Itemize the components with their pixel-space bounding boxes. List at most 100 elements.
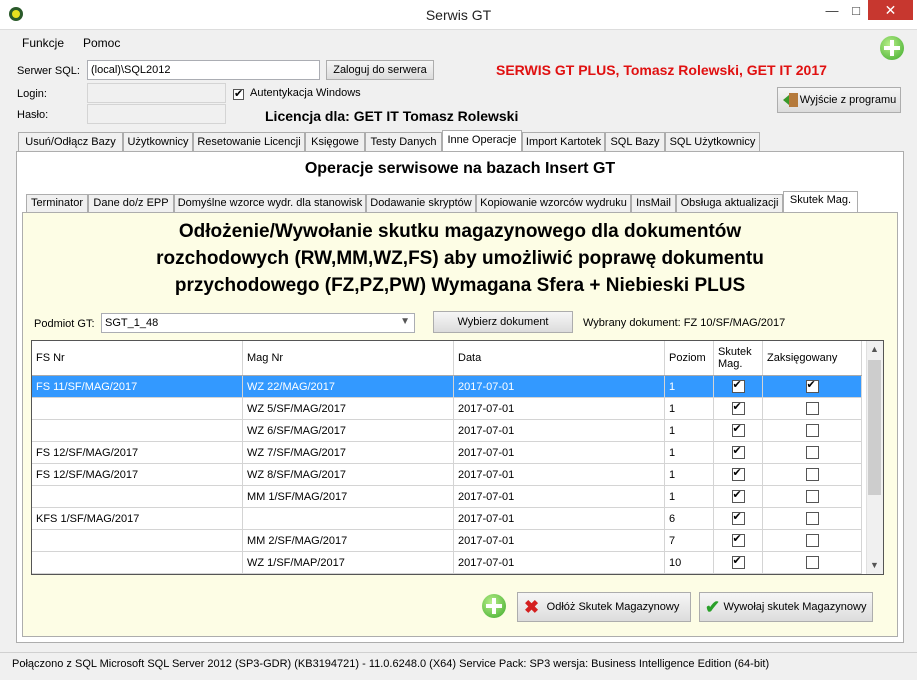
cell-mag-nr: WZ 1/SF/MAP/2017 (242, 551, 454, 574)
table-row[interactable]: FS 11/SF/MAG/2017 WZ 22/MAG/2017 2017-07-0… (32, 375, 862, 398)
password-field[interactable] (87, 104, 226, 124)
col-zaksiegowany[interactable]: Zaksięgowany (762, 341, 862, 376)
subtab-domyslne-wzorce[interactable]: Domyślne wzorce wydr. dla stanowisk (174, 194, 366, 213)
chevron-down-icon: ▼ (400, 316, 410, 327)
zaksiegowany-checkbox[interactable] (805, 378, 819, 393)
skutek-checkbox[interactable] (731, 444, 745, 459)
skutek-checkbox[interactable] (731, 422, 745, 437)
maximize-icon[interactable]: □ (842, 0, 870, 22)
add-icon[interactable] (482, 594, 506, 618)
connect-button[interactable]: Zaloguj do serwera (326, 60, 434, 80)
exit-button[interactable]: Wyjście z programu (777, 87, 901, 113)
headline-line-1: Odłożenie/Wywołanie skutku magazynowego … (178, 221, 742, 242)
zaksiegowany-checkbox[interactable] (805, 490, 819, 503)
cell-fs-nr (32, 397, 243, 420)
tab-inne-operacje[interactable]: Inne Operacje (442, 130, 522, 152)
tab-testy-danych[interactable]: Testy Danych (365, 132, 442, 152)
scroll-down-icon[interactable]: ▼ (870, 560, 879, 570)
table-body: FS 11/SF/MAG/2017 WZ 22/MAG/2017 2017-07-0… (32, 375, 862, 574)
cell-mag-nr: WZ 6/SF/MAG/2017 (242, 419, 454, 442)
podmiot-select[interactable]: SGT_1_48 ▼ (101, 313, 415, 333)
delete-x-icon: ✖ (524, 597, 540, 617)
tab-sql-bazy[interactable]: SQL Bazy (605, 132, 665, 152)
tab-uzytkownicy[interactable]: Użytkownicy (123, 132, 193, 152)
cell-skutek-mag (713, 397, 763, 420)
documents-grid[interactable]: FS Nr Mag Nr Data Poziom Skutek Mag. Zak… (31, 340, 884, 575)
scroll-up-icon[interactable]: ▲ (870, 344, 879, 354)
cell-mag-nr: MM 2/SF/MAG/2017 (242, 529, 454, 552)
tab-ksiegowe[interactable]: Księgowe (305, 132, 365, 152)
scrollbar-thumb[interactable] (868, 360, 881, 495)
windows-auth-checkbox[interactable] (233, 87, 244, 101)
table-row[interactable]: FS 12/SF/MAG/2017 WZ 8/SF/MAG/2017 2017-07… (32, 463, 862, 486)
col-fs-nr[interactable]: FS Nr (32, 341, 243, 376)
zaksiegowany-checkbox[interactable] (805, 402, 819, 415)
cell-skutek-mag (713, 375, 763, 398)
subtab-kopiowanie-wzorcow[interactable]: Kopiowanie wzorców wydruku (476, 194, 631, 213)
skutek-checkbox[interactable] (731, 400, 745, 415)
col-poziom[interactable]: Poziom (664, 341, 714, 376)
cell-data: 2017-07-01 (453, 507, 665, 530)
zaksiegowany-checkbox[interactable] (805, 468, 819, 481)
col-mag-nr[interactable]: Mag Nr (242, 341, 454, 376)
table-row[interactable]: FS 12/SF/MAG/2017 WZ 7/SF/MAG/2017 2017-07… (32, 441, 862, 464)
status-bar: Połączono z SQL Microsoft SQL Server 201… (0, 652, 917, 680)
skutek-checkbox[interactable] (731, 378, 745, 393)
subtab-skutek-mag[interactable]: Skutek Mag. (783, 191, 858, 213)
cell-fs-nr: KFS 1/SF/MAG/2017 (32, 507, 243, 530)
cell-poziom: 1 (664, 419, 714, 442)
wywolaj-skutek-button[interactable]: ✔ Wywołaj skutek Magazynowy (699, 592, 873, 622)
table-row[interactable]: MM 2/SF/MAG/2017 2017-07-01 7 (32, 529, 862, 552)
subtab-terminator[interactable]: Terminator (26, 194, 88, 213)
subtab-obsluga-aktualizacji[interactable]: Obsługa aktualizacji (676, 194, 783, 213)
cell-skutek-mag (713, 441, 763, 464)
add-icon[interactable] (880, 36, 904, 60)
close-icon[interactable]: ✕ (868, 0, 913, 20)
subtab-insmail[interactable]: InsMail (631, 194, 676, 213)
zaksiegowany-checkbox[interactable] (805, 534, 819, 547)
tab-usun-odlacz[interactable]: Usuń/Odłącz Bazy (18, 132, 123, 152)
skutek-checkbox[interactable] (731, 554, 745, 569)
table-row[interactable]: WZ 1/SF/MAP/2017 2017-07-01 10 (32, 551, 862, 574)
menu-funkcje[interactable]: Funkcje (22, 36, 64, 50)
check-icon: ✔ (705, 597, 721, 617)
odloz-skutek-button[interactable]: ✖ Odłóż Skutek Magazynowy (517, 592, 691, 622)
zaksiegowany-checkbox[interactable] (805, 512, 819, 525)
cell-data: 2017-07-01 (453, 441, 665, 464)
headline-line-3: przychodowego (FZ,PZ,PW) Wymagana Sfera … (174, 275, 746, 296)
table-row[interactable]: MM 1/SF/MAG/2017 2017-07-01 1 (32, 485, 862, 508)
server-input[interactable]: (local)\SQL2012 (87, 60, 320, 80)
menu-pomoc[interactable]: Pomoc (83, 36, 120, 50)
cell-poziom: 7 (664, 529, 714, 552)
cell-skutek-mag (713, 551, 763, 574)
cell-zaksiegowany (762, 507, 862, 530)
skutek-checkbox[interactable] (731, 510, 745, 525)
zaksiegowany-checkbox[interactable] (805, 556, 819, 569)
tab-import-kartotek[interactable]: Import Kartotek (522, 132, 605, 152)
tab-sql-uzytkownicy[interactable]: SQL Użytkownicy (665, 132, 760, 152)
col-data[interactable]: Data (453, 341, 665, 376)
server-label: Serwer SQL: (17, 65, 80, 77)
col-skutek-mag[interactable]: Skutek Mag. (713, 341, 763, 376)
cell-data: 2017-07-01 (453, 419, 665, 442)
login-field[interactable] (87, 83, 226, 103)
cell-mag-nr: MM 1/SF/MAG/2017 (242, 485, 454, 508)
cell-poziom: 6 (664, 507, 714, 530)
subtab-dane-epp[interactable]: Dane do/z EPP (88, 194, 174, 213)
skutek-checkbox[interactable] (731, 466, 745, 481)
cell-zaksiegowany (762, 529, 862, 552)
cell-fs-nr (32, 419, 243, 442)
select-document-button[interactable]: Wybierz dokument (433, 311, 573, 333)
tab-resetowanie[interactable]: Resetowanie Licencji (193, 132, 305, 152)
table-row[interactable]: KFS 1/SF/MAG/2017 2017-07-01 6 (32, 507, 862, 530)
subtab-dodawanie-skryptow[interactable]: Dodawanie skryptów (366, 194, 476, 213)
table-row[interactable]: WZ 5/SF/MAG/2017 2017-07-01 1 (32, 397, 862, 420)
table-row[interactable]: WZ 6/SF/MAG/2017 2017-07-01 1 (32, 419, 862, 442)
cell-poziom: 10 (664, 551, 714, 574)
cell-fs-nr (32, 485, 243, 508)
zaksiegowany-checkbox[interactable] (805, 424, 819, 437)
zaksiegowany-checkbox[interactable] (805, 446, 819, 459)
cell-fs-nr: FS 12/SF/MAG/2017 (32, 441, 243, 464)
skutek-checkbox[interactable] (731, 532, 745, 547)
skutek-checkbox[interactable] (731, 488, 745, 503)
